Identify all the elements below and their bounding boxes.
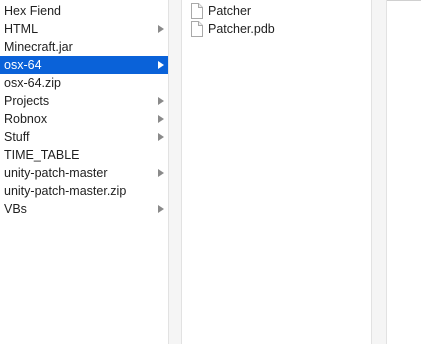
list-item-osx-64[interactable]: osx-64 [0,56,168,74]
item-label: Stuff [4,130,30,144]
document-icon [191,3,203,19]
item-label: osx-64 [4,58,42,72]
list-item-osx-64-zip[interactable]: osx-64.zip [0,74,168,92]
chevron-right-icon [157,20,165,38]
list-item-time-table[interactable]: TIME_TABLE [0,146,168,164]
item-label: unity-patch-master.zip [4,184,127,198]
chevron-right-icon [157,92,165,110]
list-item-unity-patch-master[interactable]: unity-patch-master [0,164,168,182]
list-item-minecraft-jar[interactable]: Minecraft.jar [0,38,168,56]
column-browser-pane-3 [387,0,421,344]
list-item-patcher[interactable]: Patcher [182,2,371,20]
list-item-robnox[interactable]: Robnox [0,110,168,128]
list-item-hex-fiend[interactable]: Hex Fiend [0,2,168,20]
item-label: Patcher [208,4,252,18]
chevron-right-icon [157,200,165,218]
chevron-right-icon [157,110,165,128]
column-browser-pane-2: Patcher Patcher.pdb [182,0,372,344]
document-icon [191,21,203,37]
chevron-right-icon [157,56,165,74]
item-label: Minecraft.jar [4,40,73,54]
list-item-unity-patch-master-zip[interactable]: unity-patch-master.zip [0,182,168,200]
item-label: unity-patch-master [4,166,108,180]
chevron-right-icon [157,164,165,182]
list-item-stuff[interactable]: Stuff [0,128,168,146]
list-item-projects[interactable]: Projects [0,92,168,110]
item-label: Patcher.pdb [208,22,275,36]
column-2-resize-strip[interactable] [372,0,387,344]
column-1-resize-strip[interactable] [169,0,182,344]
item-label: Robnox [4,112,48,126]
item-label: Projects [4,94,50,108]
list-item-patcher-pdb[interactable]: Patcher.pdb [182,20,371,38]
item-label: osx-64.zip [4,76,61,90]
divider [387,0,421,1]
item-label: HTML [4,22,39,36]
chevron-right-icon [157,128,165,146]
list-item-vbs[interactable]: VBs [0,200,168,218]
column-1-list: Hex Fiend HTML Minecraft.jar osx-64 osx-… [0,0,168,218]
item-label: TIME_TABLE [4,148,80,162]
item-label: VBs [4,202,27,216]
column-browser-pane-1: Hex Fiend HTML Minecraft.jar osx-64 osx-… [0,0,169,344]
list-item-html[interactable]: HTML [0,20,168,38]
column-2-list: Patcher Patcher.pdb [182,0,371,38]
item-label: Hex Fiend [4,4,61,18]
